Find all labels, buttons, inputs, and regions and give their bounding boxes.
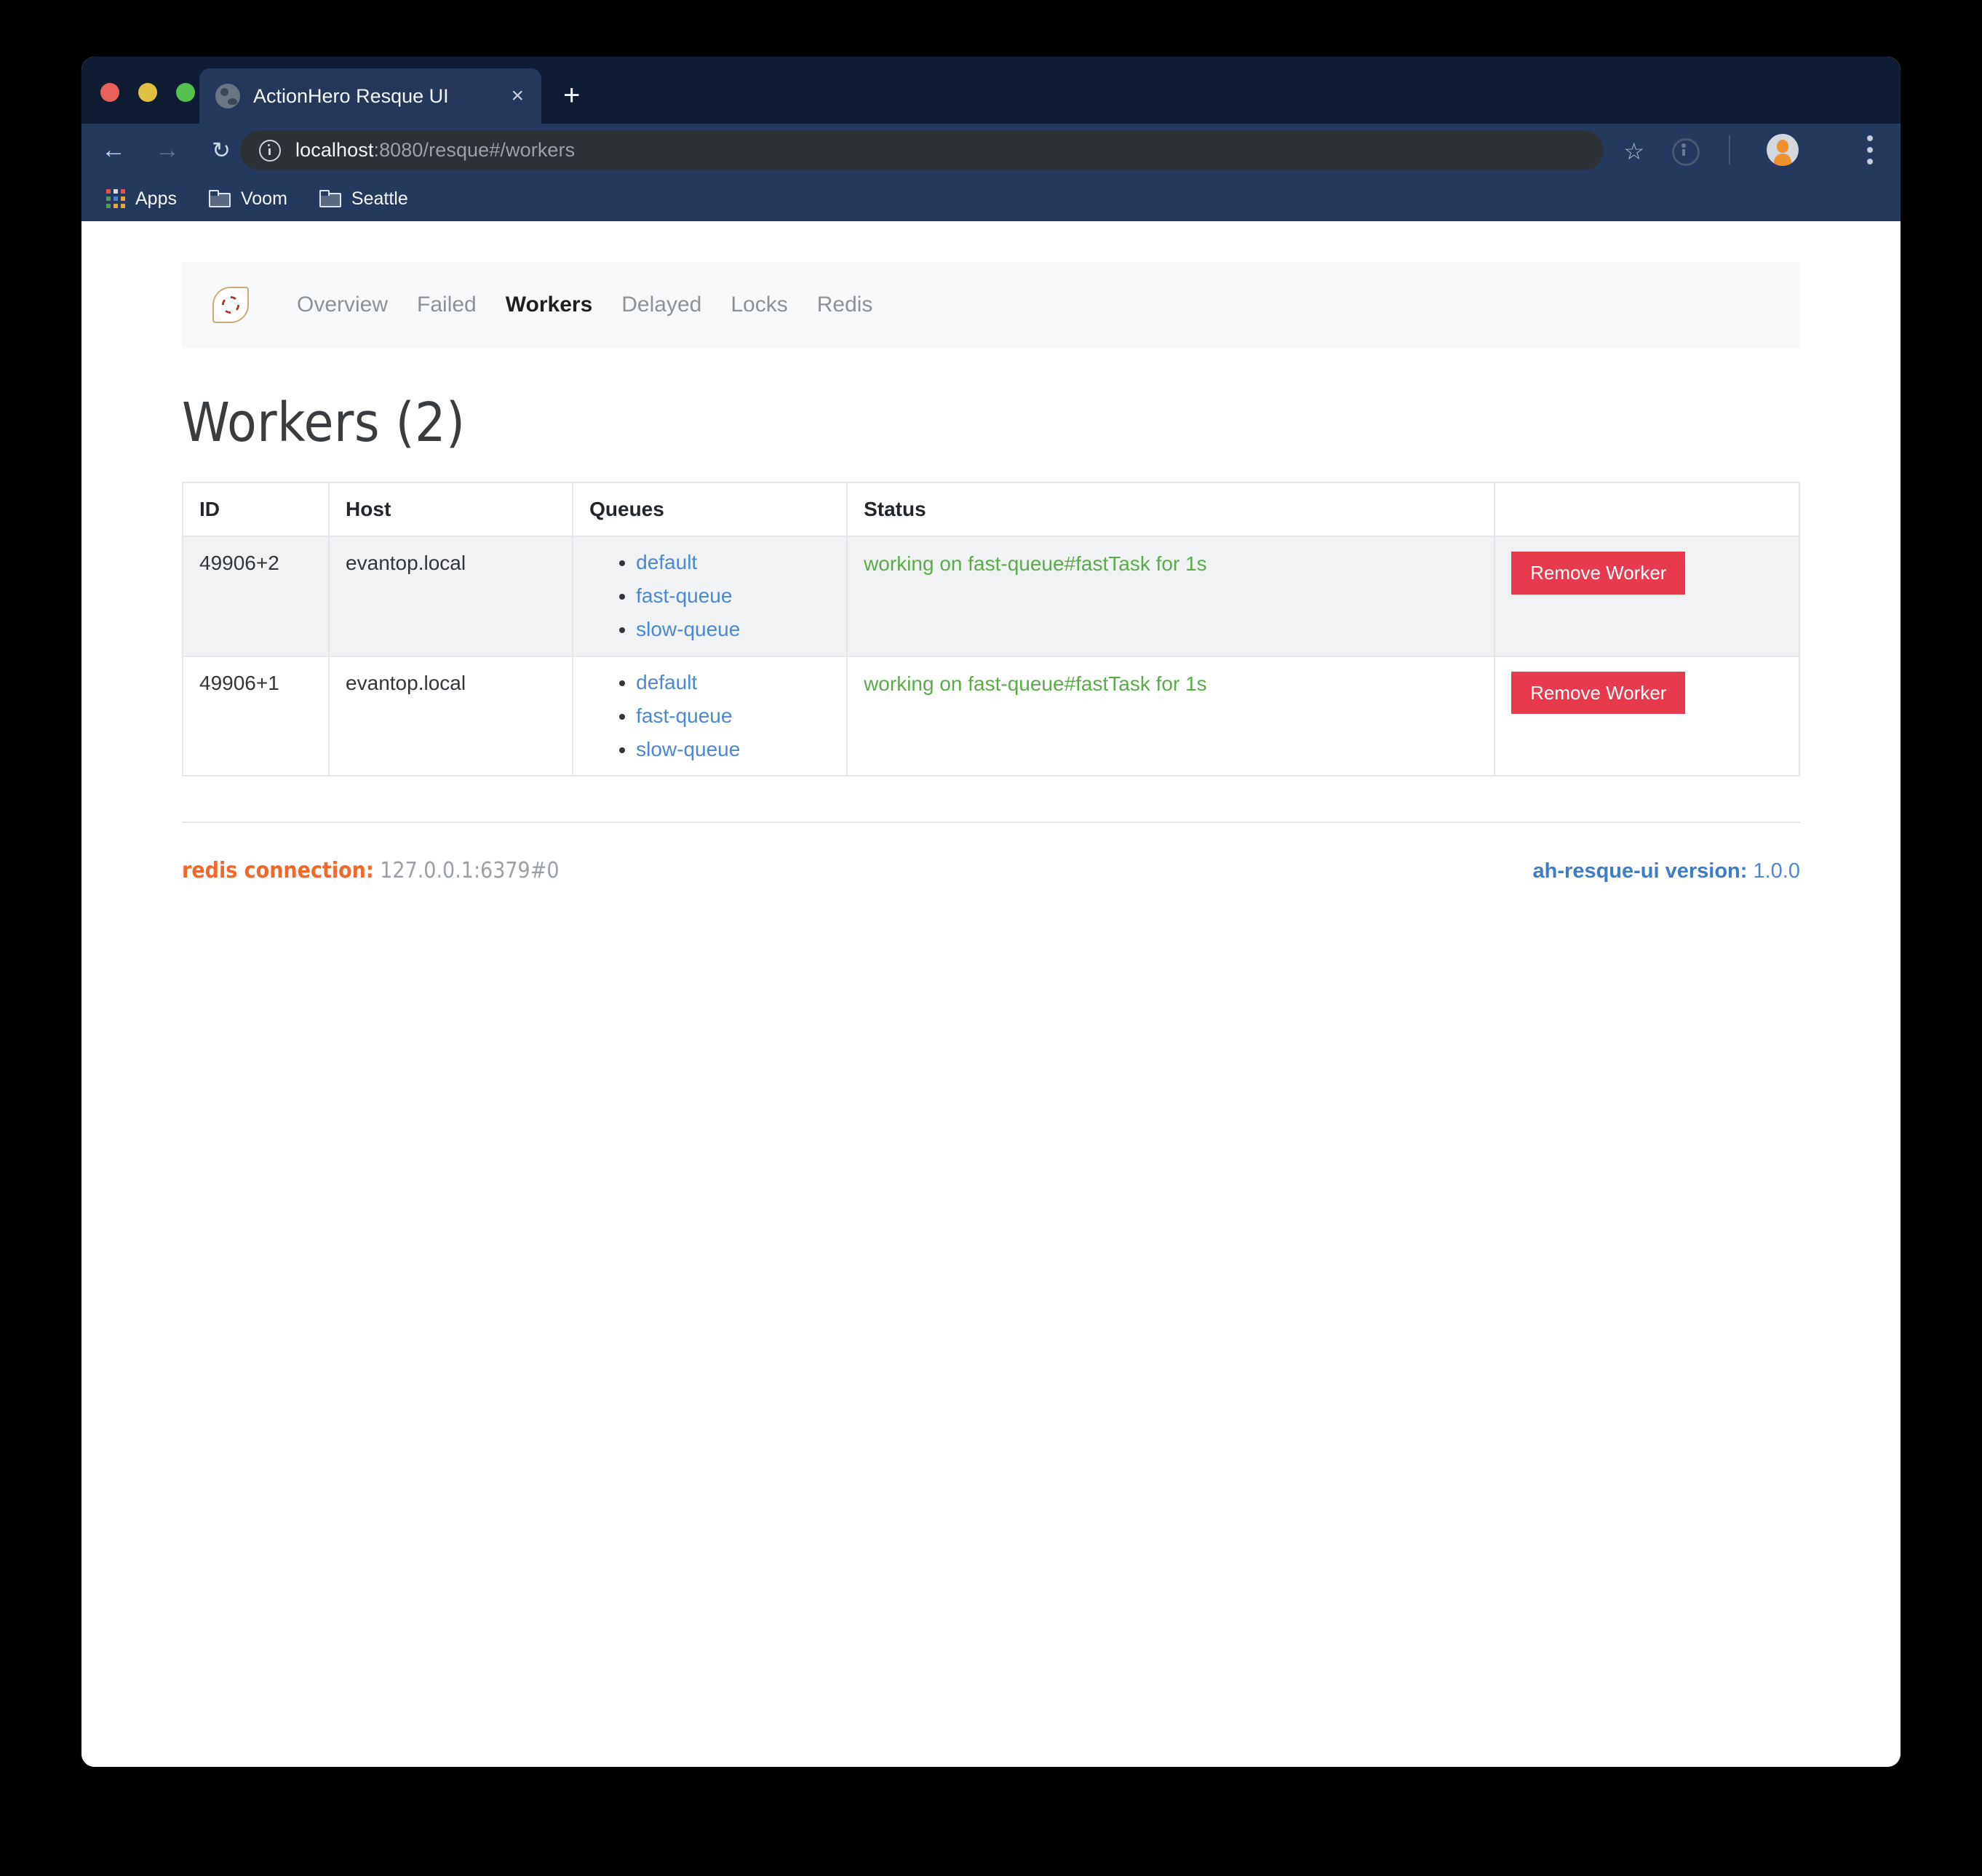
cell-worker-status: working on fast-queue#fastTask for 1s bbox=[846, 655, 1496, 777]
tab-title: ActionHero Resque UI bbox=[253, 84, 449, 107]
window-controls bbox=[100, 83, 195, 102]
table-row: 49906+2 evantop.local default fast-queue… bbox=[181, 536, 1800, 657]
status-badge: working on fast-queue#fastTask for 1s bbox=[864, 672, 1207, 695]
column-header-status: Status bbox=[846, 482, 1496, 537]
browser-toolbar: ← → ↻ localhost:8080/resque#/workers ☆ bbox=[81, 124, 1901, 176]
bookmark-seattle[interactable]: Seattle bbox=[311, 186, 417, 212]
app-nav-links: Overview Failed Workers Delayed Locks Re… bbox=[297, 293, 872, 317]
forward-arrow-icon[interactable]: → bbox=[153, 134, 182, 166]
queue-list: default fast-queue slow-queue bbox=[589, 671, 830, 761]
folder-icon bbox=[208, 190, 231, 207]
kebab-menu-icon[interactable] bbox=[1867, 135, 1873, 164]
cell-worker-status: working on fast-queue#fastTask for 1s bbox=[846, 536, 1496, 657]
queue-list: default fast-queue slow-queue bbox=[589, 551, 830, 641]
apps-grid-icon bbox=[106, 189, 125, 208]
app-navbar: Overview Failed Workers Delayed Locks Re… bbox=[182, 262, 1800, 348]
folder-icon bbox=[319, 190, 341, 207]
list-item: default bbox=[636, 671, 830, 693]
bookmark-star-icon[interactable]: ☆ bbox=[1623, 140, 1644, 163]
remove-worker-button[interactable]: Remove Worker bbox=[1511, 552, 1686, 595]
workers-table: ID Host Queues Status 49906+2 evantop.lo… bbox=[181, 482, 1800, 777]
list-item: fast-queue bbox=[636, 585, 830, 607]
table-row: 49906+1 evantop.local default fast-queue… bbox=[181, 655, 1800, 777]
version-value: 1.0.0 bbox=[1753, 859, 1801, 883]
navigation-buttons: ← → ↻ bbox=[99, 134, 236, 166]
table-header-row: ID Host Queues Status bbox=[181, 482, 1800, 537]
bookmark-label: Voom bbox=[240, 188, 287, 209]
maximize-window-button[interactable] bbox=[176, 83, 195, 102]
address-bar[interactable]: localhost:8080/resque#/workers bbox=[240, 130, 1604, 170]
bookmark-voom[interactable]: Voom bbox=[200, 186, 296, 212]
bookmark-label: Seattle bbox=[351, 188, 408, 209]
bookmarks-bar: Apps Voom Seattle bbox=[81, 176, 1901, 221]
list-item: slow-queue bbox=[636, 739, 830, 760]
url-host: localhost bbox=[295, 139, 374, 161]
version-label: ah-resque-ui version: bbox=[1532, 859, 1748, 883]
queue-link-fast-queue[interactable]: fast-queue bbox=[636, 704, 732, 727]
table-header: ID Host Queues Status bbox=[181, 482, 1800, 537]
close-window-button[interactable] bbox=[100, 83, 119, 102]
remove-worker-button[interactable]: Remove Worker bbox=[1511, 671, 1686, 715]
toolbar-divider bbox=[1729, 135, 1730, 164]
list-item: default bbox=[636, 551, 830, 573]
queue-link-default[interactable]: default bbox=[636, 671, 697, 693]
cell-worker-action: Remove Worker bbox=[1494, 655, 1800, 777]
queue-link-slow-queue[interactable]: slow-queue bbox=[636, 618, 740, 640]
avatar[interactable] bbox=[1767, 134, 1799, 166]
url-text: localhost:8080/resque#/workers bbox=[295, 139, 575, 162]
bookmark-label: Apps bbox=[135, 188, 177, 209]
column-header-actions bbox=[1494, 482, 1800, 537]
column-header-id: ID bbox=[181, 482, 330, 537]
extension-info-icon[interactable] bbox=[1672, 138, 1700, 166]
bookmark-apps[interactable]: Apps bbox=[97, 186, 186, 212]
nav-link-overview[interactable]: Overview bbox=[297, 293, 388, 317]
minimize-window-button[interactable] bbox=[138, 83, 157, 102]
nav-link-redis[interactable]: Redis bbox=[817, 293, 873, 317]
page-viewport: Overview Failed Workers Delayed Locks Re… bbox=[81, 221, 1901, 1767]
queue-link-default[interactable]: default bbox=[636, 551, 697, 573]
cell-worker-id: 49906+2 bbox=[181, 536, 330, 657]
queue-link-fast-queue[interactable]: fast-queue bbox=[636, 584, 732, 607]
nav-link-workers[interactable]: Workers bbox=[506, 293, 593, 317]
url-path: :8080/resque#/workers bbox=[373, 139, 576, 161]
cell-worker-action: Remove Worker bbox=[1494, 536, 1800, 657]
status-badge: working on fast-queue#fastTask for 1s bbox=[864, 552, 1207, 575]
cell-worker-queues: default fast-queue slow-queue bbox=[572, 536, 848, 657]
column-header-queues: Queues bbox=[572, 482, 848, 537]
page-container: Overview Failed Workers Delayed Locks Re… bbox=[181, 221, 1800, 883]
cell-worker-queues: default fast-queue slow-queue bbox=[572, 655, 848, 777]
redis-connection-label: redis connection: bbox=[182, 858, 374, 884]
cell-worker-host: evantop.local bbox=[328, 536, 574, 657]
nav-link-failed[interactable]: Failed bbox=[417, 293, 477, 317]
cell-worker-id: 49906+1 bbox=[181, 655, 330, 777]
page-title: Workers (2) bbox=[182, 392, 466, 454]
lifebuoy-icon bbox=[208, 282, 253, 327]
column-header-host: Host bbox=[328, 482, 574, 537]
list-item: fast-queue bbox=[636, 704, 830, 727]
page-footer: redis connection: 127.0.0.1:6379#0 ah-re… bbox=[182, 822, 1800, 883]
reload-icon[interactable]: ↻ bbox=[207, 134, 236, 166]
version-info: ah-resque-ui version: 1.0.0 bbox=[1533, 859, 1800, 883]
nav-link-locks[interactable]: Locks bbox=[731, 293, 787, 317]
info-circle-icon[interactable] bbox=[259, 139, 281, 162]
browser-titlebar: ActionHero Resque UI × + bbox=[81, 57, 1901, 124]
globe-icon bbox=[215, 84, 240, 108]
close-icon[interactable]: × bbox=[506, 85, 528, 107]
table-body: 49906+2 evantop.local default fast-queue… bbox=[181, 536, 1800, 777]
new-tab-button[interactable]: + bbox=[563, 81, 580, 110]
redis-connection-value: 127.0.0.1:6379#0 bbox=[380, 858, 560, 884]
browser-tab[interactable]: ActionHero Resque UI × bbox=[199, 68, 541, 124]
list-item: slow-queue bbox=[636, 619, 830, 640]
nav-link-delayed[interactable]: Delayed bbox=[621, 293, 701, 317]
redis-connection-info: redis connection: 127.0.0.1:6379#0 bbox=[182, 858, 560, 883]
browser-window: ActionHero Resque UI × + ← → ↻ localhost… bbox=[81, 57, 1901, 1767]
cell-worker-host: evantop.local bbox=[328, 655, 574, 777]
back-arrow-icon[interactable]: ← bbox=[99, 134, 128, 166]
queue-link-slow-queue[interactable]: slow-queue bbox=[636, 738, 740, 760]
